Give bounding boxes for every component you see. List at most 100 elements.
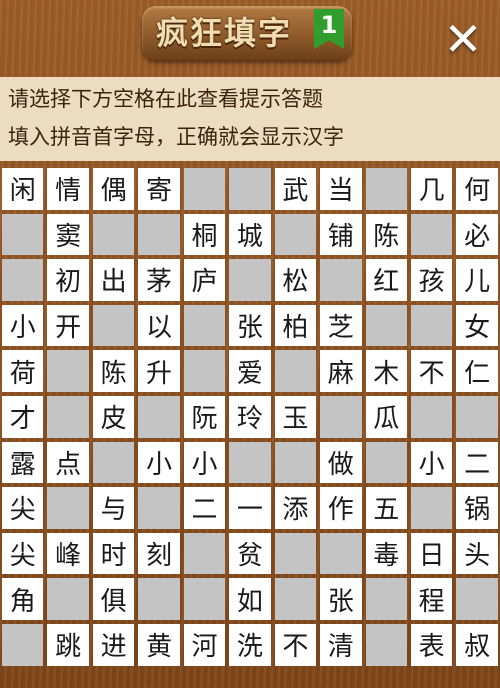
grid-cell-filled[interactable]: 初 xyxy=(47,259,89,301)
grid-cell-filled[interactable]: 毒 xyxy=(365,532,407,575)
grid-cell-filled[interactable]: 小 xyxy=(138,441,180,484)
grid-cell-filled[interactable]: 松 xyxy=(274,259,317,301)
grid-cell-filled[interactable]: 贫 xyxy=(229,532,271,575)
grid-cell-filled[interactable]: 俱 xyxy=(92,578,135,620)
grid-cell-filled[interactable]: 茅 xyxy=(138,259,180,301)
grid-cell-filled[interactable]: 日 xyxy=(410,532,453,575)
grid-cell-filled[interactable]: 升 xyxy=(138,350,180,392)
grid-cell-filled[interactable]: 庐 xyxy=(183,259,226,301)
grid-cell-empty[interactable] xyxy=(138,578,180,620)
grid-cell-filled[interactable]: 不 xyxy=(274,623,317,666)
grid-cell-filled[interactable]: 二 xyxy=(183,487,226,529)
grid-cell-empty[interactable] xyxy=(320,259,362,301)
grid-cell-filled[interactable]: 峰 xyxy=(47,532,89,575)
grid-cell-empty[interactable] xyxy=(365,168,407,210)
grid-cell-filled[interactable]: 程 xyxy=(410,578,453,620)
grid-cell-empty[interactable] xyxy=(229,168,271,210)
grid-cell-filled[interactable]: 几 xyxy=(410,168,453,210)
grid-cell-filled[interactable]: 清 xyxy=(320,623,362,666)
grid-cell-filled[interactable]: 阮 xyxy=(183,395,226,438)
grid-cell-filled[interactable]: 当 xyxy=(320,168,362,210)
grid-cell-filled[interactable]: 何 xyxy=(456,168,498,210)
grid-cell-filled[interactable]: 点 xyxy=(47,441,89,484)
grid-cell-filled[interactable]: 小 xyxy=(410,441,453,484)
grid-cell-filled[interactable]: 孩 xyxy=(410,259,453,301)
grid-cell-empty[interactable] xyxy=(365,578,407,620)
grid-cell-filled[interactable]: 偶 xyxy=(92,168,135,210)
grid-cell-empty[interactable] xyxy=(92,213,135,256)
grid-cell-empty[interactable] xyxy=(2,213,44,256)
grid-cell-empty[interactable] xyxy=(92,304,135,347)
grid-cell-filled[interactable]: 出 xyxy=(92,259,135,301)
grid-cell-empty[interactable] xyxy=(92,441,135,484)
grid-cell-filled[interactable]: 麻 xyxy=(320,350,362,392)
grid-cell-filled[interactable]: 作 xyxy=(320,487,362,529)
grid-cell-filled[interactable]: 铺 xyxy=(320,213,362,256)
grid-cell-filled[interactable]: 芝 xyxy=(320,304,362,347)
grid-cell-filled[interactable]: 小 xyxy=(2,304,44,347)
grid-cell-filled[interactable]: 洗 xyxy=(229,623,271,666)
grid-cell-empty[interactable] xyxy=(320,395,362,438)
grid-cell-filled[interactable]: 儿 xyxy=(456,259,498,301)
grid-cell-filled[interactable]: 河 xyxy=(183,623,226,666)
grid-cell-empty[interactable] xyxy=(2,623,44,666)
grid-cell-empty[interactable] xyxy=(183,304,226,347)
grid-cell-filled[interactable]: 木 xyxy=(365,350,407,392)
grid-cell-filled[interactable]: 头 xyxy=(456,532,498,575)
grid-cell-empty[interactable] xyxy=(47,350,89,392)
grid-cell-empty[interactable] xyxy=(183,532,226,575)
grid-cell-filled[interactable]: 黄 xyxy=(138,623,180,666)
grid-cell-filled[interactable]: 寄 xyxy=(138,168,180,210)
grid-cell-empty[interactable] xyxy=(229,441,271,484)
grid-cell-empty[interactable] xyxy=(183,168,226,210)
grid-cell-filled[interactable]: 玉 xyxy=(274,395,317,438)
grid-cell-empty[interactable] xyxy=(229,259,271,301)
grid-cell-empty[interactable] xyxy=(410,213,453,256)
grid-cell-filled[interactable]: 张 xyxy=(229,304,271,347)
grid-cell-filled[interactable]: 才 xyxy=(2,395,44,438)
grid-cell-empty[interactable] xyxy=(365,304,407,347)
grid-cell-filled[interactable]: 陈 xyxy=(365,213,407,256)
grid-cell-filled[interactable]: 尖 xyxy=(2,532,44,575)
grid-cell-empty[interactable] xyxy=(274,350,317,392)
grid-cell-empty[interactable] xyxy=(456,578,498,620)
grid-cell-empty[interactable] xyxy=(274,213,317,256)
grid-cell-empty[interactable] xyxy=(47,578,89,620)
grid-cell-filled[interactable]: 与 xyxy=(92,487,135,529)
grid-cell-filled[interactable]: 桐 xyxy=(183,213,226,256)
grid-cell-filled[interactable]: 张 xyxy=(320,578,362,620)
grid-cell-empty[interactable] xyxy=(456,395,498,438)
grid-cell-empty[interactable] xyxy=(183,350,226,392)
grid-cell-filled[interactable]: 红 xyxy=(365,259,407,301)
grid-cell-filled[interactable]: 情 xyxy=(47,168,89,210)
grid-cell-filled[interactable]: 玲 xyxy=(229,395,271,438)
grid-cell-filled[interactable]: 不 xyxy=(410,350,453,392)
grid-cell-filled[interactable]: 添 xyxy=(274,487,317,529)
grid-cell-empty[interactable] xyxy=(183,578,226,620)
grid-cell-filled[interactable]: 武 xyxy=(274,168,317,210)
grid-cell-filled[interactable]: 开 xyxy=(47,304,89,347)
grid-cell-filled[interactable]: 一 xyxy=(229,487,271,529)
grid-cell-filled[interactable]: 闲 xyxy=(2,168,44,210)
grid-cell-empty[interactable] xyxy=(410,304,453,347)
grid-cell-empty[interactable] xyxy=(47,487,89,529)
grid-cell-filled[interactable]: 仁 xyxy=(456,350,498,392)
grid-cell-empty[interactable] xyxy=(365,441,407,484)
grid-cell-empty[interactable] xyxy=(2,259,44,301)
grid-cell-filled[interactable]: 陈 xyxy=(92,350,135,392)
grid-cell-filled[interactable]: 二 xyxy=(456,441,498,484)
grid-cell-empty[interactable] xyxy=(274,578,317,620)
grid-cell-empty[interactable] xyxy=(138,213,180,256)
grid-cell-filled[interactable]: 叔 xyxy=(456,623,498,666)
grid-cell-filled[interactable]: 表 xyxy=(410,623,453,666)
grid-cell-filled[interactable]: 小 xyxy=(183,441,226,484)
grid-cell-filled[interactable]: 跳 xyxy=(47,623,89,666)
grid-cell-filled[interactable]: 柏 xyxy=(274,304,317,347)
grid-cell-filled[interactable]: 时 xyxy=(92,532,135,575)
grid-cell-empty[interactable] xyxy=(365,623,407,666)
grid-cell-filled[interactable]: 如 xyxy=(229,578,271,620)
grid-cell-filled[interactable]: 爱 xyxy=(229,350,271,392)
grid-cell-filled[interactable]: 女 xyxy=(456,304,498,347)
grid-cell-empty[interactable] xyxy=(47,395,89,438)
grid-cell-empty[interactable] xyxy=(320,532,362,575)
